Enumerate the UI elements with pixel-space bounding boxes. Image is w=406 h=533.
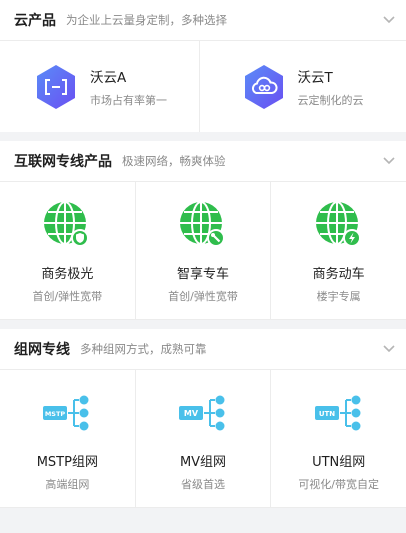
section-subtitle: 多种组网方式，成熟可靠 [80, 342, 207, 356]
badge-text: MV [184, 409, 199, 418]
product-item-shangwu-jiguang[interactable]: 商务极光 首创/弹性宽带 [0, 182, 136, 319]
product-item-shangwu-dongche[interactable]: 商务动车 楼宇专属 [271, 182, 406, 319]
product-name: 沃云A [90, 69, 127, 86]
section-divider [0, 320, 406, 329]
woyun-a-icon [37, 64, 75, 109]
product-name: 沃云T [297, 69, 333, 86]
product-desc: 市场占有率第一 [90, 93, 167, 107]
product-name: MSTP组网 [36, 455, 98, 470]
globe-shield-icon [44, 201, 90, 247]
networking-section: 组网专线 多种组网方式，成熟可靠 MSTP MSTP组网 高端组网 MV MV组… [0, 329, 406, 508]
section-title: 互联网专线产品 [14, 154, 112, 170]
section-subtitle: 极速网络，畅爽体验 [122, 154, 226, 168]
network-topology-icon: UTN [314, 395, 361, 431]
badge-text: MSTP [45, 410, 66, 418]
chevron-down-icon[interactable] [382, 12, 396, 26]
internet-line-section: 互联网专线产品 极速网络，畅爽体验 商务极光 首创/弹性宽带 智享专车 首创/弹… [0, 141, 406, 320]
product-desc: 首创/弹性宽带 [32, 290, 103, 303]
globe-bolt-icon [315, 201, 361, 247]
cloud-products-header[interactable]: 云产品 为企业上云量身定制，多种选择 [0, 0, 406, 41]
product-item-woyun-t[interactable]: 沃云T 云定制化的云 [200, 41, 406, 132]
product-item-mstp[interactable]: MSTP MSTP组网 高端组网 [0, 370, 136, 507]
product-desc: 楼宇专属 [316, 290, 361, 303]
product-item-zhixiang-zhuanche[interactable]: 智享专车 首创/弹性宽带 [136, 182, 272, 319]
internet-line-header[interactable]: 互联网专线产品 极速网络，畅爽体验 [0, 141, 406, 182]
section-title: 组网专线 [14, 342, 70, 358]
product-item-mv[interactable]: MV MV组网 省级首选 [136, 370, 272, 507]
section-title: 云产品 [14, 13, 56, 29]
network-topology-icon: MSTP [43, 395, 89, 431]
product-desc: 首创/弹性宽带 [168, 290, 238, 303]
product-item-utn[interactable]: UTN UTN组网 可视化/带宽自定 [271, 370, 406, 507]
product-name: 商务极光 [41, 267, 94, 282]
product-desc: 省级首选 [181, 478, 225, 491]
badge-text: UTN [319, 410, 335, 418]
cloud-products-section: 云产品 为企业上云量身定制，多种选择 沃云A 市场占有率第一 沃云T 云定制化的… [0, 0, 406, 132]
product-desc: 可视化/带宽自定 [298, 478, 380, 491]
product-name: 商务动车 [312, 267, 365, 282]
product-item-woyun-a[interactable]: 沃云A 市场占有率第一 [0, 41, 200, 132]
section-subtitle: 为企业上云量身定制，多种选择 [66, 13, 227, 27]
chevron-down-icon[interactable] [382, 341, 396, 355]
product-name: UTN组网 [312, 455, 366, 470]
product-name: 智享专车 [177, 267, 230, 282]
globe-key-icon [180, 201, 225, 247]
product-desc: 云定制化的云 [297, 93, 364, 107]
network-topology-icon: MV [179, 395, 225, 431]
chevron-down-icon[interactable] [382, 153, 396, 167]
product-desc: 高端组网 [45, 478, 90, 491]
cloud-icon [244, 64, 283, 109]
product-name: MV组网 [179, 455, 227, 470]
section-divider [0, 132, 406, 141]
networking-header[interactable]: 组网专线 多种组网方式，成熟可靠 [0, 329, 406, 370]
